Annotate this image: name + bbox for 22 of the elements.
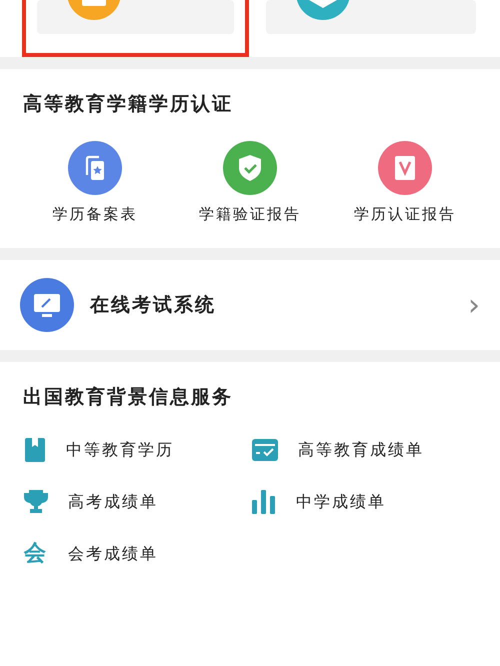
section-title: 高等教育学籍学历认证 [22,92,234,117]
checklist-card-icon [252,439,278,461]
monitor-icon [20,278,74,332]
service-item[interactable]: 学籍验证报告 [175,141,325,224]
section-title: 出国教育背景信息服务 [22,385,234,410]
exam-entry[interactable]: 在线考试系统 › [0,260,500,350]
trophy-icon [24,490,48,514]
service-item[interactable]: 中学成绩单 [252,490,492,514]
service-item[interactable]: 会 会考成绩单 [24,542,252,566]
service-card[interactable] [37,0,234,34]
bar-chart-icon [252,490,276,514]
shield-check-icon [223,141,277,195]
service-item[interactable]: 高考成绩单 [24,490,252,514]
service-item[interactable]: 学历认证报告 [330,141,480,224]
meeting-glyph-icon: 会 [24,542,48,566]
v-card-icon [378,141,432,195]
shield-icon [296,0,350,20]
service-item[interactable]: 高等教育成绩单 [252,438,492,462]
service-card[interactable] [266,0,476,34]
service-item[interactable]: 学历备案表 [20,141,170,224]
book-icon [24,438,46,462]
service-item[interactable]: 中等教育学历 [24,438,252,462]
